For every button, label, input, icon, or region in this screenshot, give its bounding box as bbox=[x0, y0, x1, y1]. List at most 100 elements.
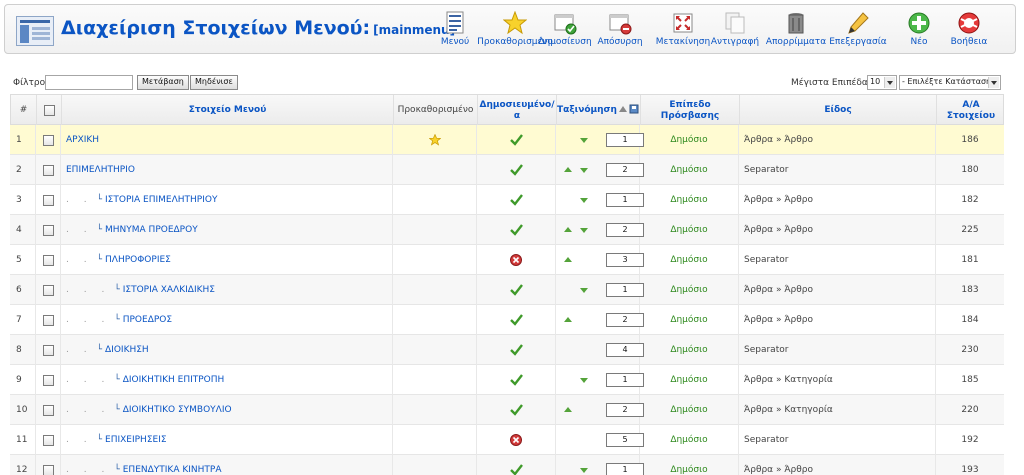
row-checkbox[interactable] bbox=[42, 374, 54, 386]
published-check-icon[interactable] bbox=[510, 464, 523, 475]
page-title: Διαχείριση Στοιχείων Μενού: [mainmenu] bbox=[61, 17, 455, 39]
access-level-link[interactable]: Δημόσιο bbox=[640, 245, 739, 275]
access-level-link[interactable]: Δημόσιο bbox=[640, 365, 739, 395]
published-check-icon[interactable] bbox=[510, 224, 523, 236]
menu-item-link[interactable]: ΜΗΝΥΜΑ ΠΡΟΕΔΡΟΥ bbox=[105, 225, 198, 235]
access-level-link[interactable]: Δημόσιο bbox=[640, 185, 739, 215]
col-id[interactable]: Α/Α Στοιχείου bbox=[937, 95, 1005, 126]
order-input[interactable]: 3 bbox=[606, 253, 644, 267]
row-number: 2 bbox=[10, 155, 36, 185]
order-input[interactable]: 1 bbox=[606, 283, 644, 297]
menu-item-link[interactable]: ΙΣΤΟΡΙΑ ΧΑΛΚΙΔΙΚΗΣ bbox=[123, 285, 215, 295]
col-published[interactable]: Δημοσιευμένο/α bbox=[478, 95, 557, 126]
row-checkbox[interactable] bbox=[42, 404, 54, 416]
order-up-icon[interactable] bbox=[564, 227, 572, 232]
page-header: Διαχείριση Στοιχείων Μενού: [mainmenu] Με… bbox=[4, 4, 1016, 54]
published-check-icon[interactable] bbox=[510, 404, 523, 416]
menu-item-link[interactable]: ΑΡΧΙΚΗ bbox=[66, 135, 99, 145]
menu-item-name-cell: . . └ ΜΗΝΥΜΑ ΠΡΟΕΔΡΟΥ bbox=[61, 215, 393, 245]
row-checkbox[interactable] bbox=[42, 164, 54, 176]
menu-item-link[interactable]: ΕΠΙΜΕΛΗΤΗΡΙΟ bbox=[66, 165, 135, 175]
row-checkbox[interactable] bbox=[42, 284, 54, 296]
access-level-link[interactable]: Δημόσιο bbox=[640, 335, 739, 365]
reset-button[interactable]: Μηδένισε bbox=[190, 75, 238, 90]
menu-item-link[interactable]: ΙΣΤΟΡΙΑ ΕΠΙΜΕΛΗΤΗΡΙΟΥ bbox=[105, 195, 217, 205]
order-down-icon[interactable] bbox=[580, 168, 588, 173]
item-type: Separator bbox=[739, 335, 936, 365]
access-level-link[interactable]: Δημόσιο bbox=[640, 455, 739, 475]
unpublished-x-icon[interactable] bbox=[510, 254, 522, 266]
select-all-checkbox[interactable] bbox=[43, 105, 55, 116]
access-level-link[interactable]: Δημόσιο bbox=[640, 425, 739, 455]
order-input[interactable]: 1 bbox=[606, 373, 644, 387]
menu-item-link[interactable]: ΠΡΟΕΔΡΟΣ bbox=[123, 315, 172, 325]
order-up-icon[interactable] bbox=[564, 407, 572, 412]
published-check-icon[interactable] bbox=[510, 164, 523, 176]
menu-item-link[interactable]: ΕΠΙΧΕΙΡΗΣΕΙΣ bbox=[105, 435, 167, 445]
row-checkbox[interactable] bbox=[42, 344, 54, 356]
filter-input[interactable] bbox=[45, 75, 133, 90]
access-level-link[interactable]: Δημόσιο bbox=[640, 395, 739, 425]
order-input[interactable]: 1 bbox=[606, 463, 644, 475]
order-input[interactable]: 2 bbox=[606, 163, 644, 177]
default-cell bbox=[393, 335, 477, 365]
order-input[interactable]: 1 bbox=[606, 193, 644, 207]
order-down-icon[interactable] bbox=[580, 288, 588, 293]
access-level-link[interactable]: Δημόσιο bbox=[640, 155, 739, 185]
menu-item-link[interactable]: ΔΙΟΙΚΗΣΗ bbox=[105, 345, 149, 355]
col-type[interactable]: Είδος bbox=[740, 95, 937, 126]
col-order[interactable]: Ταξινόμηση bbox=[557, 95, 641, 126]
tree-branch-icon: └ bbox=[96, 255, 103, 265]
order-down-icon[interactable] bbox=[580, 138, 588, 143]
col-name[interactable]: Στοιχείο Μενού bbox=[62, 95, 394, 126]
row-checkbox[interactable] bbox=[42, 134, 54, 146]
menu-item-link[interactable]: ΠΛΗΡΟΦΟΡΙΕΣ bbox=[105, 255, 171, 265]
access-level-link[interactable]: Δημόσιο bbox=[640, 305, 739, 335]
row-checkbox[interactable] bbox=[42, 254, 54, 266]
order-down-icon[interactable] bbox=[580, 228, 588, 233]
table-row: 5 . . └ ΠΛΗΡΟΦΟΡΙΕΣ 3 Δημόσιο Separator 181 bbox=[10, 245, 1004, 275]
row-checkbox[interactable] bbox=[42, 314, 54, 326]
save-order-icon[interactable] bbox=[629, 103, 640, 118]
published-check-icon[interactable] bbox=[510, 284, 523, 296]
row-checkbox[interactable] bbox=[42, 224, 54, 236]
menu-item-link[interactable]: ΔΙΟΙΚΗΤΙΚΟ ΣΥΜΒΟΥΛΙΟ bbox=[123, 405, 232, 415]
default-star-icon[interactable] bbox=[428, 133, 441, 146]
help-button[interactable]: Βοήθεια bbox=[929, 9, 1009, 47]
state-select[interactable]: - Επιλέξτε Κατάσταση - bbox=[899, 75, 1001, 90]
published-check-icon[interactable] bbox=[510, 314, 523, 326]
menu-item-link[interactable]: ΕΠΕΝΔΥΤΙΚΑ ΚΙΝΗΤΡΑ bbox=[123, 465, 222, 475]
access-level-link[interactable]: Δημόσιο bbox=[640, 215, 739, 245]
order-input[interactable]: 4 bbox=[606, 343, 644, 357]
access-level-link[interactable]: Δημόσιο bbox=[640, 275, 739, 305]
order-input[interactable]: 2 bbox=[606, 313, 644, 327]
menu-item-link[interactable]: ΔΙΟΙΚΗΤΙΚΗ ΕΠΙΤΡΟΠΗ bbox=[123, 375, 225, 385]
order-down-icon[interactable] bbox=[580, 198, 588, 203]
row-checkbox[interactable] bbox=[42, 464, 54, 475]
order-up-icon[interactable] bbox=[564, 257, 572, 262]
access-level-link[interactable]: Δημόσιο bbox=[640, 125, 739, 155]
table-row: 9 . . . └ ΔΙΟΙΚΗΤΙΚΗ ΕΠΙΤΡΟΠΗ 1 Δημόσιο Άρθρα … bbox=[10, 365, 1004, 395]
col-access[interactable]: Επίπεδο Πρόσβασης bbox=[641, 95, 740, 126]
order-input[interactable]: 1 bbox=[606, 133, 644, 147]
max-levels-select[interactable]: 10 bbox=[867, 75, 897, 90]
published-check-icon[interactable] bbox=[510, 134, 523, 146]
published-check-icon[interactable] bbox=[510, 194, 523, 206]
go-button[interactable]: Μετάβαση bbox=[137, 75, 189, 90]
order-up-icon[interactable] bbox=[564, 317, 572, 322]
table-row: 3 . . └ ΙΣΤΟΡΙΑ ΕΠΙΜΕΛΗΤΗΡΙΟΥ 1 Δημόσιο Άρθρα … bbox=[10, 185, 1004, 215]
order-down-icon[interactable] bbox=[580, 378, 588, 383]
published-check-icon[interactable] bbox=[510, 344, 523, 356]
order-down-icon[interactable] bbox=[580, 468, 588, 473]
unpublished-x-icon[interactable] bbox=[510, 434, 522, 446]
row-checkbox[interactable] bbox=[42, 434, 54, 446]
col-select-all[interactable] bbox=[37, 95, 62, 126]
item-id: 192 bbox=[961, 435, 979, 445]
order-up-icon[interactable] bbox=[564, 167, 572, 172]
order-input[interactable]: 5 bbox=[606, 433, 644, 447]
order-input[interactable]: 2 bbox=[606, 403, 644, 417]
order-input[interactable]: 2 bbox=[606, 223, 644, 237]
row-checkbox[interactable] bbox=[42, 194, 54, 206]
page-title-text: Διαχείριση Στοιχείων Μενού: bbox=[61, 17, 371, 39]
published-check-icon[interactable] bbox=[510, 374, 523, 386]
